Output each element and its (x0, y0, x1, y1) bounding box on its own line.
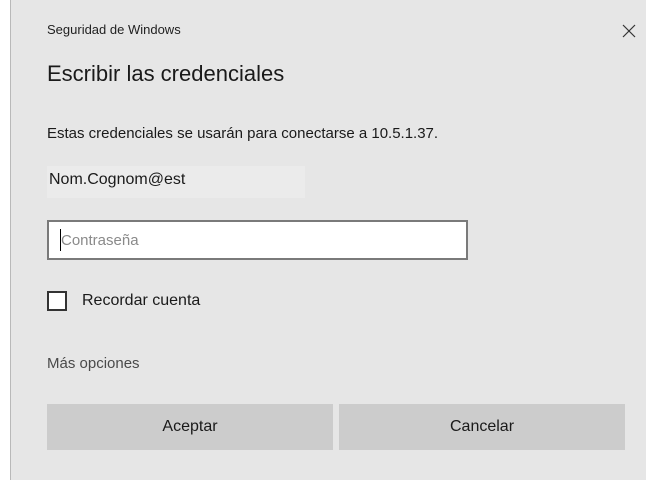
username-display: Nom.Cognom@est (47, 166, 305, 198)
cancel-button[interactable]: Cancelar (339, 404, 625, 450)
dialog-message: Estas credenciales se usarán para conect… (47, 125, 439, 142)
credentials-dialog: Seguridad de Windows Escribir las creden… (10, 0, 646, 480)
title-bar: Seguridad de Windows (11, 0, 646, 44)
close-icon (622, 24, 636, 38)
ok-button[interactable]: Aceptar (47, 404, 333, 450)
close-button[interactable] (612, 14, 646, 48)
password-input[interactable] (47, 220, 468, 260)
remember-account-checkbox-row[interactable]: Recordar cuenta (47, 287, 200, 315)
app-name: Seguridad de Windows (47, 22, 181, 37)
more-options-link[interactable]: Más opciones (47, 355, 140, 372)
remember-account-checkbox[interactable] (47, 291, 67, 311)
remember-account-label: Recordar cuenta (82, 292, 201, 309)
username-text: Nom.Cognom@est (49, 171, 186, 188)
dialog-heading: Escribir las credenciales (47, 61, 285, 86)
text-caret (60, 229, 61, 251)
